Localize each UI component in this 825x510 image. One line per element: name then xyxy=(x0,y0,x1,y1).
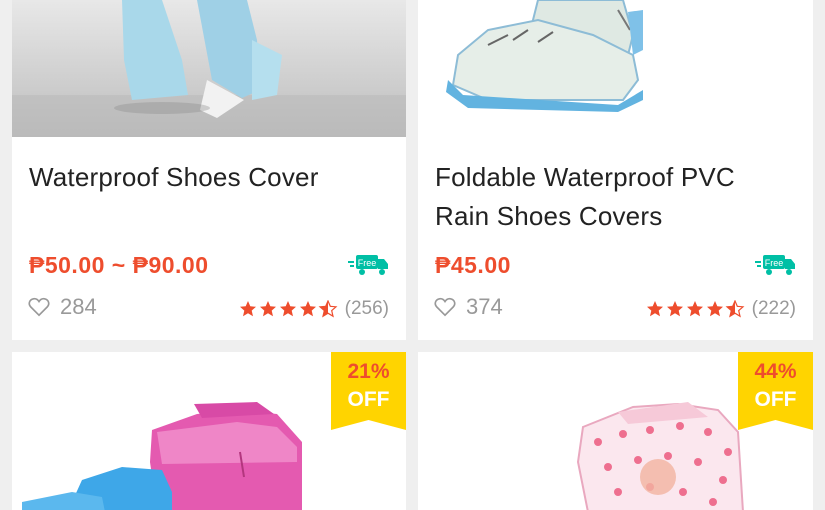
free-shipping-label: Free xyxy=(358,258,377,268)
free-shipping-icon: Free xyxy=(348,253,390,279)
discount-off-label: OFF xyxy=(347,388,390,411)
product-grid: Waterproof Shoes Cover ₱50.00 ~ ₱90.00 F… xyxy=(0,0,825,510)
like-button[interactable]: 284 xyxy=(28,294,97,320)
product-card[interactable]: Foldable Waterproof PVC Rain Shoes Cover… xyxy=(418,0,813,340)
rating-count: (222) xyxy=(751,298,796,319)
product-image[interactable] xyxy=(12,0,406,137)
like-count: 374 xyxy=(466,294,503,319)
heart-icon xyxy=(434,297,456,317)
product-card[interactable]: Waterproof Shoes Cover ₱50.00 ~ ₱90.00 F… xyxy=(12,0,406,340)
discount-badge: 44% OFF xyxy=(738,352,813,430)
heart-icon xyxy=(28,297,50,317)
product-card[interactable]: 21% OFF xyxy=(12,352,406,510)
like-count: 284 xyxy=(60,294,97,319)
discount-percent: 21% xyxy=(347,360,390,383)
free-shipping-label: Free xyxy=(765,258,784,268)
star-rating-icon xyxy=(646,300,746,318)
discount-off-label: OFF xyxy=(754,388,797,411)
product-price: ₱50.00 ~ ₱90.00 xyxy=(29,252,209,278)
rating: (256) xyxy=(239,298,389,320)
like-button[interactable]: 374 xyxy=(434,294,503,320)
star-rating-icon xyxy=(239,300,339,318)
product-card[interactable]: 44% OFF xyxy=(418,352,813,510)
product-title[interactable]: Waterproof Shoes Cover xyxy=(29,158,369,197)
rating-count: (256) xyxy=(344,298,389,319)
product-price: ₱45.00 xyxy=(435,252,511,278)
discount-percent: 44% xyxy=(754,360,797,383)
product-image[interactable] xyxy=(418,0,813,137)
discount-badge: 21% OFF xyxy=(331,352,406,430)
rating: (222) xyxy=(646,298,796,320)
free-shipping-icon: Free xyxy=(755,253,797,279)
product-title[interactable]: Foldable Waterproof PVC Rain Shoes Cover… xyxy=(435,158,775,236)
